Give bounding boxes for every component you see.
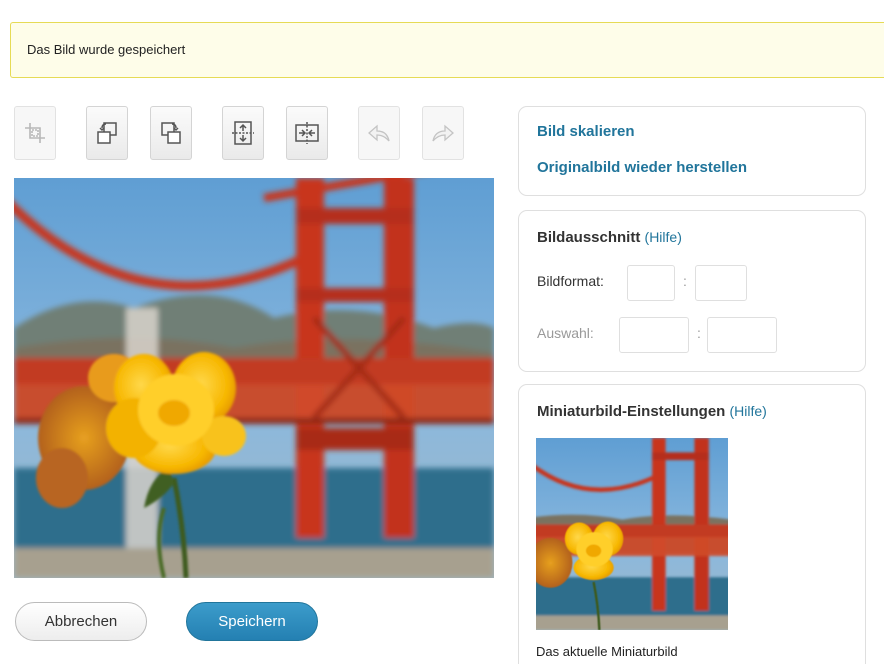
rotate-right-icon xyxy=(161,122,181,144)
flip-horizontal-icon xyxy=(295,122,319,144)
crop-title-text: Bildausschnitt xyxy=(537,229,641,246)
rotate-left-icon xyxy=(97,122,117,144)
selection-width-input[interactable] xyxy=(619,317,689,353)
selection-label: Auswahl: xyxy=(537,325,594,341)
aspect-separator: : xyxy=(683,273,687,289)
scale-image-link[interactable]: Bild skalieren xyxy=(537,123,635,140)
thumbnail-photo xyxy=(536,438,728,630)
aspect-width-input[interactable] xyxy=(627,265,675,301)
thumbnail-title-text: Miniaturbild-Einstellungen xyxy=(537,403,726,420)
crop-button[interactable] xyxy=(14,106,56,160)
thumbnail-panel-title: Miniaturbild-Einstellungen (Hilfe) xyxy=(537,403,767,420)
rotate-right-button[interactable] xyxy=(150,106,192,160)
success-notice: Das Bild wurde gespeichert xyxy=(10,22,884,78)
selection-height-input[interactable] xyxy=(707,317,777,353)
crop-help-link[interactable]: (Hilfe) xyxy=(645,229,682,245)
cancel-button[interactable]: Abbrechen xyxy=(15,602,147,641)
crop-panel-title: Bildausschnitt (Hilfe) xyxy=(537,229,682,246)
rotate-left-button[interactable] xyxy=(86,106,128,160)
undo-icon xyxy=(368,124,390,142)
flip-vertical-button[interactable] xyxy=(222,106,264,160)
edited-image-preview[interactable] xyxy=(14,178,494,578)
notice-text: Das Bild wurde gespeichert xyxy=(27,42,186,57)
redo-button[interactable] xyxy=(422,106,464,160)
save-button[interactable]: Speichern xyxy=(186,602,318,641)
aspect-height-input[interactable] xyxy=(695,265,747,301)
bridge-flower-photo xyxy=(14,178,494,578)
current-thumbnail-image xyxy=(536,438,728,630)
thumbnail-caption: Das aktuelle Miniaturbild xyxy=(536,644,678,659)
restore-original-link[interactable]: Originalbild wieder herstellen xyxy=(537,159,747,176)
selection-separator: : xyxy=(697,325,701,341)
undo-button[interactable] xyxy=(358,106,400,160)
scale-panel: Bild skalieren Originalbild wieder herst… xyxy=(518,106,866,196)
crop-panel: Bildausschnitt (Hilfe) Bildformat: : Aus… xyxy=(518,210,866,372)
flip-horizontal-button[interactable] xyxy=(286,106,328,160)
thumbnail-help-link[interactable]: (Hilfe) xyxy=(730,403,767,419)
flip-vertical-icon xyxy=(232,121,254,145)
crop-icon xyxy=(25,123,45,143)
aspect-ratio-label: Bildformat: xyxy=(537,273,604,289)
redo-icon xyxy=(432,124,454,142)
